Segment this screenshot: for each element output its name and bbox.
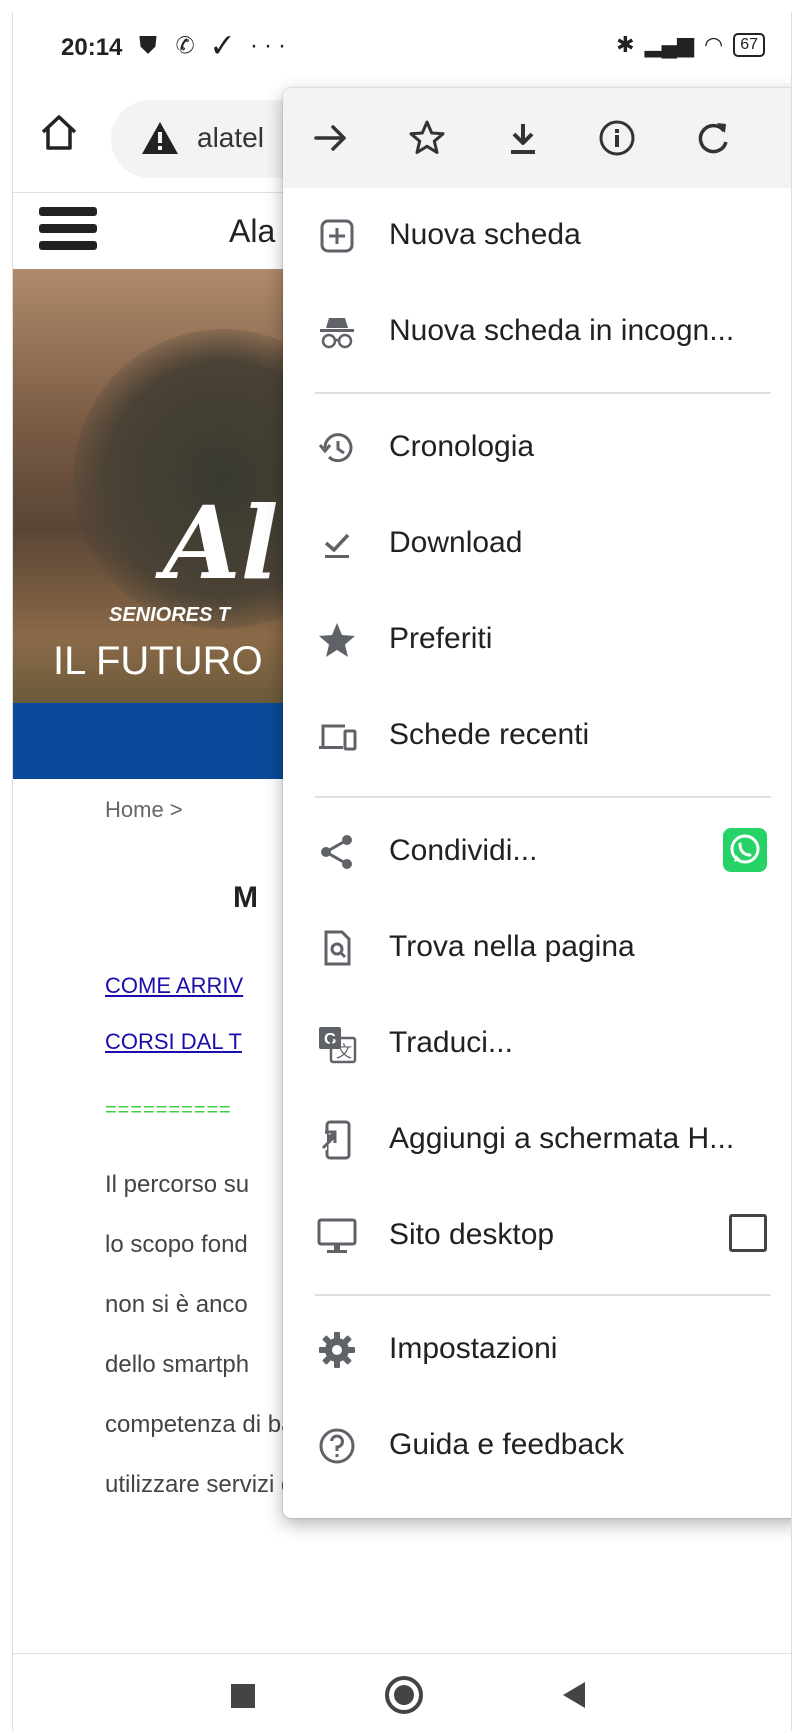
- menu-divider: [315, 392, 771, 394]
- desktop-site-checkbox[interactable]: [729, 1214, 767, 1252]
- menu-item-label: Preferiti: [389, 622, 493, 655]
- hamburger-menu-icon[interactable]: [39, 207, 97, 253]
- logo-subtitle: SENIORES T: [109, 604, 231, 626]
- menu-item-label: Guida e feedback: [389, 1428, 625, 1461]
- menu-item-label: Traduci...: [389, 1026, 513, 1059]
- menu-item-history[interactable]: Cronologia: [283, 400, 791, 496]
- star-icon[interactable]: [407, 118, 447, 158]
- menu-item-settings[interactable]: Impostazioni: [283, 1302, 791, 1398]
- menu-item-find-in-page[interactable]: Trova nella pagina: [283, 900, 791, 996]
- separator-line: ==========: [105, 1099, 232, 1121]
- settings-gear-icon: [319, 1332, 355, 1368]
- menu-item-label: Sito desktop: [389, 1218, 555, 1251]
- refresh-icon[interactable]: [693, 118, 733, 158]
- menu-item-label: Schede recenti: [389, 718, 590, 751]
- menu-item-downloads[interactable]: Download: [283, 496, 791, 592]
- menu-item-bookmarks[interactable]: Preferiti: [283, 592, 791, 688]
- link-corsi[interactable]: CORSI DAL T: [105, 1029, 242, 1055]
- bookmarks-star-icon: [319, 623, 355, 657]
- browser-overflow-menu: Nuova scheda Nuova scheda in incogn... C…: [283, 88, 791, 1518]
- phone-screen: 20:14 ⛊ ✆ ✓ ··· ✱ ▂▄▆ ◠ 67 alatel Ala Al…: [12, 12, 792, 1731]
- translate-icon: G 文: [319, 1027, 357, 1064]
- share-icon: [321, 835, 352, 869]
- breadcrumb[interactable]: Home >: [105, 797, 183, 823]
- add-to-home-icon: [319, 1120, 351, 1160]
- incognito-icon: [320, 318, 354, 349]
- not-secure-warning-icon[interactable]: [141, 120, 179, 156]
- menu-item-label: Nuova scheda in incogn...: [389, 314, 735, 347]
- menu-item-desktop-site[interactable]: Sito desktop: [283, 1188, 791, 1284]
- menu-item-help[interactable]: Guida e feedback: [283, 1398, 791, 1494]
- wifi-icon: ◠: [704, 32, 724, 57]
- back-button[interactable]: [563, 1682, 585, 1708]
- menu-item-translate[interactable]: G 文 Traduci...: [283, 996, 791, 1092]
- home-button[interactable]: [385, 1676, 423, 1714]
- home-icon[interactable]: [37, 110, 81, 154]
- hero-caption: IL FUTURO: [53, 639, 263, 683]
- new-tab-icon: [320, 219, 354, 253]
- site-title: Ala: [229, 213, 276, 249]
- menu-item-label: Download: [389, 526, 523, 559]
- url-text: alatel: [197, 122, 264, 153]
- menu-item-share[interactable]: Condividi...: [283, 804, 791, 900]
- notification-icons: ⛊ ✆ ✓ ···: [139, 32, 293, 59]
- menu-action-row: [283, 88, 791, 188]
- bluetooth-icon: ✱: [616, 32, 635, 57]
- downloads-icon: [324, 533, 350, 558]
- menu-item-new-tab[interactable]: Nuova scheda: [283, 188, 791, 284]
- menu-divider: [315, 1294, 771, 1296]
- menu-item-recent-tabs[interactable]: Schede recenti: [283, 688, 791, 784]
- menu-item-label: Nuova scheda: [389, 218, 581, 251]
- signal-icon: ▂▄▆: [644, 32, 694, 57]
- site-logo: Al: [163, 484, 279, 602]
- link-come-arrivare[interactable]: COME ARRIV: [105, 973, 243, 999]
- download-icon[interactable]: [503, 118, 543, 158]
- page-heading: M: [233, 881, 258, 914]
- menu-item-label: Cronologia: [389, 430, 535, 463]
- menu-item-label: Impostazioni: [389, 1332, 558, 1365]
- forward-icon[interactable]: [311, 118, 351, 158]
- clock: 20:14: [61, 34, 123, 61]
- menu-item-add-to-home[interactable]: Aggiungi a schermata H...: [283, 1092, 791, 1188]
- system-icons: ✱ ▂▄▆ ◠ 67: [616, 32, 765, 58]
- info-icon[interactable]: [597, 118, 637, 158]
- battery-icon: 67: [733, 33, 765, 57]
- find-in-page-icon: [324, 930, 351, 966]
- menu-item-label: Condividi...: [389, 834, 538, 867]
- help-icon: [319, 1428, 355, 1464]
- menu-item-label: Aggiungi a schermata H...: [389, 1122, 735, 1155]
- desktop-site-icon: [317, 1218, 357, 1253]
- whatsapp-icon[interactable]: [723, 828, 767, 872]
- recent-tabs-icon: [319, 724, 357, 751]
- menu-divider: [315, 796, 771, 798]
- recents-button[interactable]: [231, 1684, 255, 1708]
- android-nav-bar: [13, 1653, 791, 1731]
- menu-item-incognito[interactable]: Nuova scheda in incogn...: [283, 284, 791, 380]
- history-icon: [318, 433, 353, 463]
- menu-item-label: Trova nella pagina: [389, 930, 635, 963]
- status-bar: 20:14 ⛊ ✆ ✓ ··· ✱ ▂▄▆ ◠ 67: [13, 12, 791, 84]
- svg-text:文: 文: [336, 1042, 352, 1061]
